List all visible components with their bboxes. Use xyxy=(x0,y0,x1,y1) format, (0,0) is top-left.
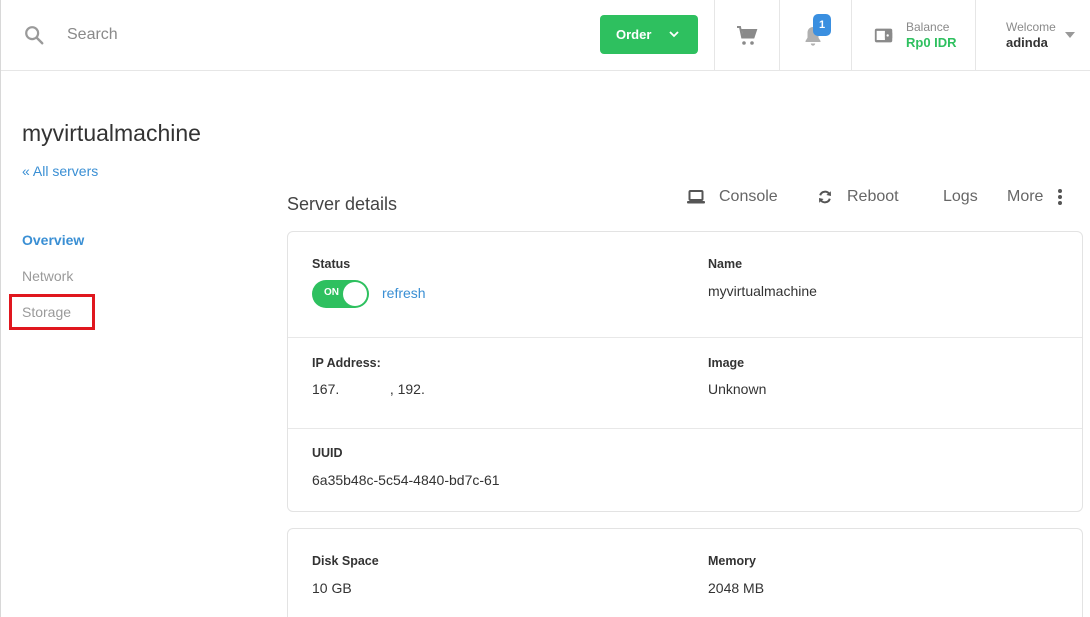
name-value: myvirtualmachine xyxy=(708,283,817,299)
disk-space-value: 10 GB xyxy=(312,580,352,596)
welcome-label: Welcome xyxy=(1006,20,1056,34)
reboot-label: Reboot xyxy=(847,188,899,205)
ip-address-label: IP Address: xyxy=(312,356,381,370)
console-button[interactable]: Console xyxy=(687,186,778,208)
reboot-button[interactable]: Reboot xyxy=(817,186,899,208)
more-label: More xyxy=(1007,188,1044,205)
storage-highlight-box xyxy=(9,294,95,330)
balance-label: Balance xyxy=(906,20,950,34)
search-icon[interactable] xyxy=(23,24,45,46)
uuid-row: UUID 6a35b48c-5c54-4840-bd7c-61 xyxy=(288,429,1082,511)
cart-icon[interactable] xyxy=(735,24,759,48)
page-title: myvirtualmachine xyxy=(22,120,201,146)
ip-address-value: 167. , 192. xyxy=(312,381,425,397)
sidebar-item-network[interactable]: Network xyxy=(22,268,73,284)
ip-image-row: IP Address: 167. , 192. Image Unknown xyxy=(288,338,1082,429)
toggle-knob xyxy=(343,282,367,306)
header-divider xyxy=(975,0,976,70)
image-value: Unknown xyxy=(708,381,767,397)
section-title: Server details xyxy=(287,194,398,214)
memory-value: 2048 MB xyxy=(708,580,765,596)
top-header: Order 1 Balance Rp0 IDR Welcome adinda xyxy=(1,0,1090,71)
order-button-label: Order xyxy=(616,27,652,42)
uuid-label: UUID xyxy=(312,446,343,460)
resources-card: Disk Space 10 GB Memory 2048 MB xyxy=(287,528,1083,617)
wallet-icon xyxy=(874,28,893,43)
order-button[interactable]: Order xyxy=(600,15,698,54)
balance-value: Rp0 IDR xyxy=(906,35,957,50)
header-divider xyxy=(851,0,852,70)
disk-space-label: Disk Space xyxy=(312,554,379,568)
username-label[interactable]: adinda xyxy=(1006,35,1048,50)
console-label: Console xyxy=(719,188,778,205)
more-button[interactable]: More xyxy=(1007,186,1077,208)
logs-label: Logs xyxy=(943,188,978,205)
memory-label: Memory xyxy=(708,554,756,568)
search-input[interactable] xyxy=(61,20,461,50)
sidebar-item-overview[interactable]: Overview xyxy=(22,232,84,248)
header-divider xyxy=(779,0,780,70)
all-servers-link[interactable]: « All servers xyxy=(22,163,98,179)
power-toggle[interactable]: ON xyxy=(312,280,369,308)
status-row: Status ON refresh Name myvirtualmachine xyxy=(288,232,1082,338)
uuid-value: 6a35b48c-5c54-4840-bd7c-61 xyxy=(312,472,500,488)
chevron-down-icon xyxy=(669,31,679,38)
status-label: Status xyxy=(312,257,351,271)
header-divider xyxy=(714,0,715,70)
laptop-icon xyxy=(687,190,705,204)
server-details-card: Status ON refresh Name myvirtualmachine … xyxy=(287,231,1083,512)
refresh-link[interactable]: refresh xyxy=(382,285,426,301)
image-label: Image xyxy=(708,356,745,370)
notification-badge: 1 xyxy=(813,14,831,36)
caret-down-icon[interactable] xyxy=(1065,31,1075,39)
name-label: Name xyxy=(708,257,743,271)
logs-button[interactable]: Logs xyxy=(943,186,978,208)
toggle-state-label: ON xyxy=(324,287,339,298)
refresh-icon xyxy=(819,190,831,204)
more-vertical-icon xyxy=(1058,189,1063,205)
